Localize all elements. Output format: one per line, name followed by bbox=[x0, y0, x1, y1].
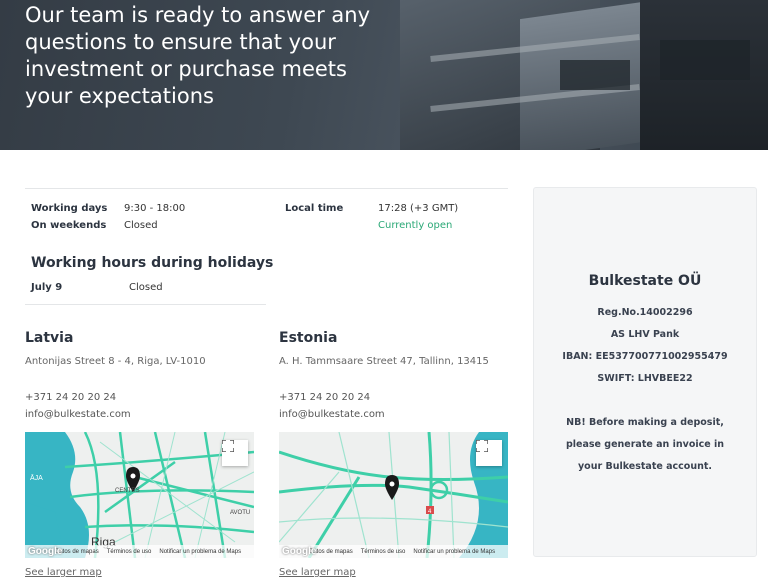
company-reg: Reg.No.14002296 bbox=[597, 307, 693, 318]
map-label-center: CENTRS bbox=[115, 488, 140, 494]
holiday-date: July 9 bbox=[31, 282, 63, 293]
office-phone[interactable]: +371 24 20 20 24 bbox=[25, 392, 255, 403]
map-terms-link[interactable]: Términos de uso bbox=[107, 549, 152, 555]
map-label-lake: ĀJA bbox=[30, 474, 43, 482]
fullscreen-icon bbox=[476, 440, 488, 452]
weekends-label: On weekends bbox=[31, 220, 107, 231]
map-riga[interactable]: CENTRS ĀJA AVOTU Riga Datos de mapas Tér… bbox=[25, 432, 254, 558]
deposit-note-line-1: NB! Before making a deposit, bbox=[566, 417, 724, 428]
google-logo: Google bbox=[28, 546, 63, 557]
map-label-street: AVOTU bbox=[230, 510, 250, 516]
office-address: A. H. Tammsaare Street 47, Tallinn, 1341… bbox=[279, 356, 489, 367]
holidays-title: Working hours during holidays bbox=[31, 255, 274, 271]
local-time-label: Local time bbox=[285, 203, 344, 214]
office-phone[interactable]: +371 24 20 20 24 bbox=[279, 392, 509, 403]
deposit-note-line-3: your Bulkestate account. bbox=[577, 461, 713, 472]
open-status: Currently open bbox=[378, 220, 453, 231]
working-days-label: Working days bbox=[31, 203, 108, 214]
office-address: Antonijas Street 8 - 4, Riga, LV-1010 bbox=[25, 356, 206, 367]
fullscreen-button[interactable] bbox=[222, 440, 248, 466]
office-email[interactable]: info@bulkestate.com bbox=[279, 409, 509, 420]
deposit-note-line-2: please generate an invoice in bbox=[565, 439, 725, 450]
office-country: Estonia bbox=[279, 330, 338, 346]
fullscreen-button[interactable] bbox=[476, 440, 502, 466]
office-email[interactable]: info@bulkestate.com bbox=[25, 409, 255, 420]
company-name: Bulkestate OÜ bbox=[588, 273, 702, 289]
map-tallinn[interactable]: 4 Datos de mapas Términos de uso Notific… bbox=[279, 432, 508, 558]
company-bank: AS LHV Pank bbox=[610, 329, 680, 340]
working-hours-section: Working days 9:30 - 18:00 On weekends Cl… bbox=[25, 188, 508, 305]
map-terms-link[interactable]: Términos de uso bbox=[361, 549, 406, 555]
local-time-value: 17:28 (+3 GMT) bbox=[378, 203, 459, 214]
office-estonia: Estonia A. H. Tammsaare Street 47, Talli… bbox=[279, 330, 509, 420]
map-report-link[interactable]: Notificar un problema de Maps bbox=[413, 549, 495, 555]
office-latvia: Latvia Antonijas Street 8 - 4, Riga, LV-… bbox=[25, 330, 255, 420]
fullscreen-icon bbox=[222, 440, 234, 452]
see-larger-map-link[interactable]: See larger map bbox=[25, 567, 102, 578]
hero-banner: Our team is ready to answer any question… bbox=[0, 0, 768, 150]
map-report-link[interactable]: Notificar un problema de Maps bbox=[159, 549, 241, 555]
see-larger-map-link[interactable]: See larger map bbox=[279, 567, 356, 578]
office-country: Latvia bbox=[25, 330, 74, 346]
hero-heading: Our team is ready to answer any question… bbox=[25, 3, 371, 108]
weekends-value: Closed bbox=[124, 220, 158, 231]
holiday-value: Closed bbox=[129, 282, 163, 293]
company-iban: IBAN: EE537700771002955479 bbox=[562, 351, 728, 362]
divider bbox=[25, 304, 266, 305]
google-logo: Google bbox=[282, 546, 317, 557]
company-swift: SWIFT: LHVBEE22 bbox=[597, 373, 693, 384]
company-info-card: Bulkestate OÜ Reg.No.14002296 AS LHV Pan… bbox=[533, 187, 757, 557]
working-days-value: 9:30 - 18:00 bbox=[124, 203, 186, 214]
